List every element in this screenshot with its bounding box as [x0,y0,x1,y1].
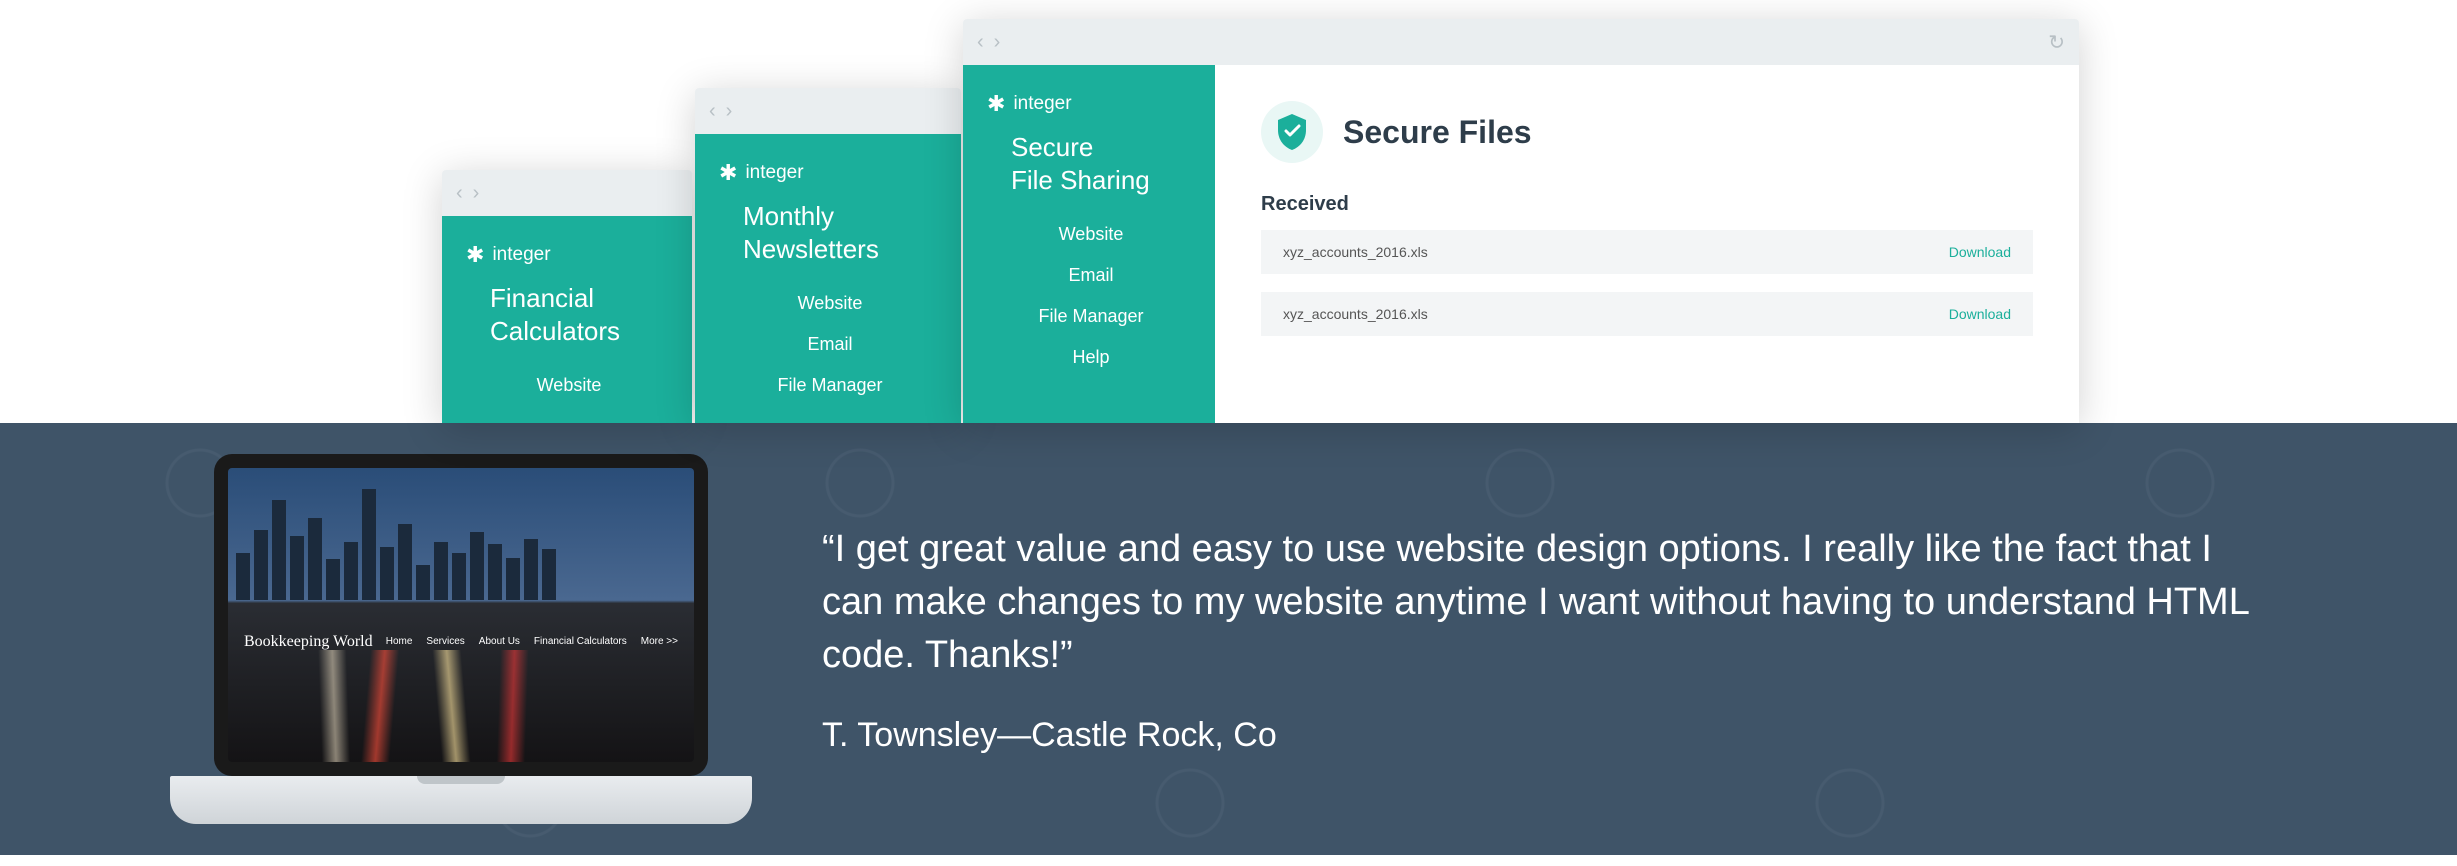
back-icon[interactable]: ‹ [709,100,716,123]
laptop-illustration: Bookkeeping World Home Services About Us… [170,454,752,824]
browser-window-monthly-newsletters: ‹ › ✱ integer Monthly Newsletters Websit… [695,88,961,423]
browser-window-secure-files: ‹ › ↻ ✱ integer Secure File Sharing Webs… [963,19,2079,423]
sidebar-title: Secure File Sharing [987,131,1195,196]
brand-text: integer [1013,93,1071,115]
refresh-icon[interactable]: ↻ [2048,30,2065,55]
brand: ✱ integer [466,242,672,268]
nav-more[interactable]: More >> [641,636,678,647]
snowflake-icon: ✱ [987,91,1005,117]
download-link[interactable]: Download [1949,244,2011,260]
forward-icon[interactable]: › [473,182,480,205]
back-icon[interactable]: ‹ [977,31,984,54]
file-name: xyz_accounts_2016.xls [1283,306,1428,322]
file-row: xyz_accounts_2016.xls Download [1261,230,2033,274]
brand: ✱ integer [719,160,941,186]
titlebar: ‹ › ↻ [963,19,2079,65]
sidebar-item-website[interactable]: Website [466,365,672,406]
sidebar: ✱ integer Secure File Sharing Website Em… [963,65,1215,423]
snowflake-icon: ✱ [719,160,737,186]
website-nav: Home Services About Us Financial Calcula… [386,636,678,647]
nav-home[interactable]: Home [386,636,413,647]
main-panel: Secure Files Received xyz_accounts_2016.… [1215,65,2079,423]
testimonial-attribution: T. Townsley—Castle Rock, Co [822,716,2272,755]
light-streaks [228,650,694,762]
forward-icon[interactable]: › [994,31,1001,54]
city-skyline [228,483,694,601]
forward-icon[interactable]: › [726,100,733,123]
sidebar: ✱ integer Financial Calculators Website [442,216,692,423]
testimonial-band: Bookkeeping World Home Services About Us… [0,423,2457,855]
nav-services[interactable]: Services [426,636,464,647]
shield-icon [1261,101,1323,163]
nav-about-us[interactable]: About Us [479,636,520,647]
sidebar-title: Monthly Newsletters [719,200,941,265]
page-title: Secure Files [1343,114,1532,151]
laptop-display: Bookkeeping World Home Services About Us… [228,468,694,762]
sidebar-item-help[interactable]: Help [987,337,1195,378]
stacked-windows-area: ‹ › ✱ integer Financial Calculators Webs… [0,0,2457,423]
titlebar: ‹ › [695,88,961,134]
laptop-bezel: Bookkeeping World Home Services About Us… [214,454,708,776]
sidebar-item-file-manager[interactable]: File Manager [719,365,941,406]
sidebar-item-email[interactable]: Email [719,324,941,365]
sidebar-item-file-manager[interactable]: File Manager [987,296,1195,337]
brand-text: integer [492,244,550,266]
sidebar-item-website[interactable]: Website [719,283,941,324]
back-icon[interactable]: ‹ [456,182,463,205]
snowflake-icon: ✱ [466,242,484,268]
download-link[interactable]: Download [1949,306,2011,322]
file-row: xyz_accounts_2016.xls Download [1261,292,2033,336]
brand-text: integer [745,162,803,184]
sidebar-item-email[interactable]: Email [987,255,1195,296]
sidebar: ✱ integer Monthly Newsletters Website Em… [695,134,961,423]
browser-window-financial-calculators: ‹ › ✱ integer Financial Calculators Webs… [442,170,692,423]
testimonial-quote-block: “I get great value and easy to use websi… [822,523,2272,756]
file-name: xyz_accounts_2016.xls [1283,244,1428,260]
brand: ✱ integer [987,91,1195,117]
sidebar-item-website[interactable]: Website [987,214,1195,255]
testimonial-quote: “I get great value and easy to use websi… [822,523,2272,683]
website-brand: Bookkeeping World [244,633,373,651]
sidebar-title: Financial Calculators [466,282,672,347]
nav-financial-calculators[interactable]: Financial Calculators [534,636,627,647]
page-header: Secure Files [1261,101,2033,163]
laptop-notch [417,776,505,784]
section-label-received: Received [1261,193,2033,216]
titlebar: ‹ › [442,170,692,216]
